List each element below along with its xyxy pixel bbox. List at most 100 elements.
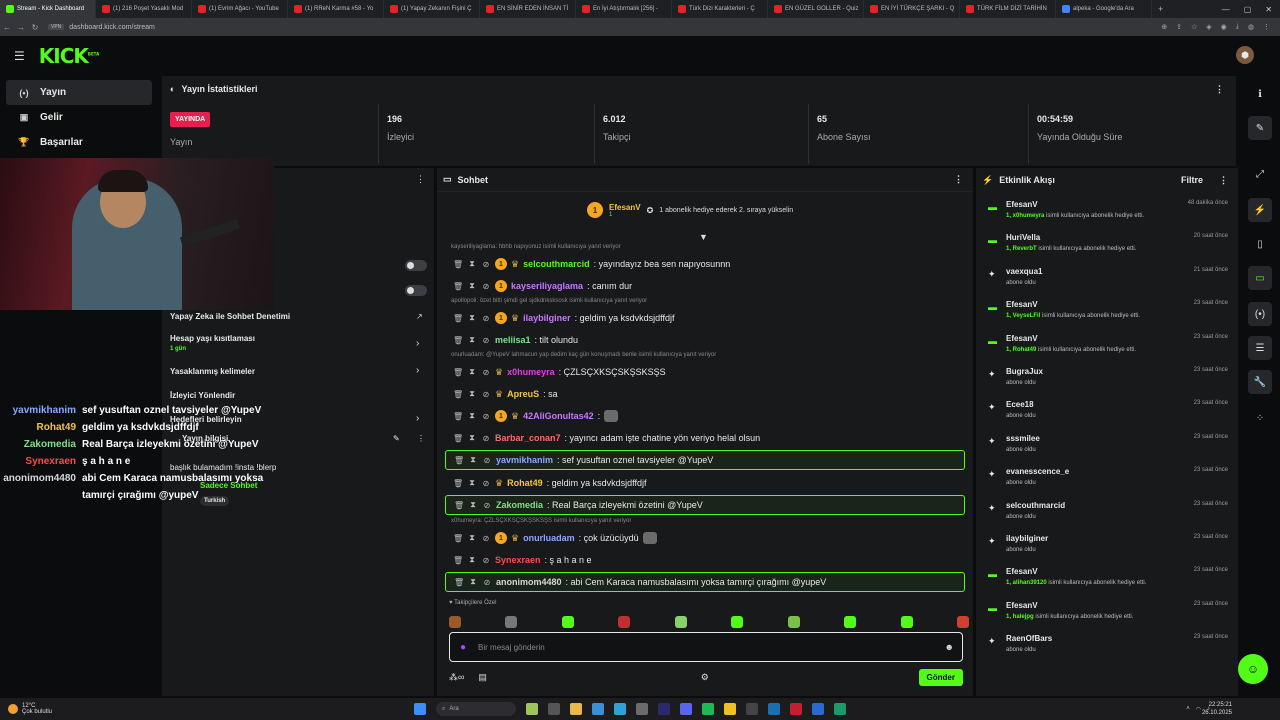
send-button[interactable]: Gönder: [918, 668, 963, 686]
ban-icon[interactable]: ⊘: [482, 501, 492, 510]
activity-event[interactable]: ▬ EfesanV 1, Rohat49 isimli kullanıcıya ab…: [976, 332, 1238, 365]
chat-message[interactable]: 🗑 ⧗ ⊘ 1 kayseriliyaglama: canım dur: [445, 276, 965, 296]
activity-event[interactable]: ▬ EfesanV 1, alihan39120 isimli kullanıcıy…: [976, 565, 1238, 598]
sidebar-item-gelir[interactable]: ▣ Gelir: [6, 105, 152, 130]
event-recipient[interactable]: 1, halejpg: [1006, 614, 1034, 620]
menu-icon[interactable]: ⋮: [1263, 23, 1270, 31]
delete-icon[interactable]: 🗑: [453, 368, 463, 377]
activity-event[interactable]: ✦ ilaybilginer abone oldu 23 saat önce: [976, 532, 1238, 565]
app-icon[interactable]: [790, 703, 802, 715]
browser-tab[interactable]: Türk Dizi Karakterleri - Ç: [672, 0, 768, 18]
extension-icon[interactable]: ◉: [1221, 23, 1227, 31]
chevron-right-icon[interactable]: ›: [416, 365, 419, 376]
activity-event[interactable]: ✦ selcouthmarcid abone oldu 23 saat önce: [976, 499, 1238, 532]
delete-icon[interactable]: 🗑: [453, 282, 463, 291]
event-username[interactable]: sssmilee: [1006, 434, 1040, 443]
address-bar[interactable]: VPN dashboard.kick.com/stream: [48, 24, 155, 31]
emote-icon[interactable]: [731, 616, 744, 628]
expand-icon[interactable]: ⤢: [1248, 162, 1272, 186]
settings-icon[interactable]: ⚙: [701, 672, 709, 683]
delete-icon[interactable]: 🗑: [453, 534, 463, 543]
activity-event[interactable]: ▬ HuriVella 1, ReverbT isimli kullanıcıya …: [976, 231, 1238, 264]
chat-message[interactable]: 🗑 ⧗ ⊘ Zakomedia: Real Barça izleyekmi özeti…: [445, 495, 965, 515]
weather-widget[interactable]: 12°C Çok bulutlu: [0, 703, 52, 715]
collapse-icon[interactable]: ▼: [699, 232, 708, 242]
chevron-up-icon[interactable]: ˄: [1186, 706, 1190, 713]
ban-icon[interactable]: ⊘: [481, 314, 491, 323]
ban-icon[interactable]: ⊘: [481, 260, 491, 269]
timeout-icon[interactable]: ⧗: [467, 433, 477, 443]
broadcast-icon[interactable]: (•): [1248, 302, 1272, 326]
chat-username[interactable]: selcouthmarcid: [523, 259, 590, 269]
chat-username[interactable]: Synexraen: [495, 555, 541, 565]
event-recipient[interactable]: 1, alihan39120: [1006, 580, 1047, 586]
event-username[interactable]: EfesanV: [1006, 567, 1038, 576]
help-button[interactable]: ☺: [1238, 654, 1268, 684]
chat-username[interactable]: Rohat49: [507, 478, 543, 488]
more-icon[interactable]: ⋮: [954, 174, 973, 185]
vpn-chip[interactable]: VPN: [48, 24, 65, 30]
clock[interactable]: 22:25:21 26.10.2025: [1202, 701, 1232, 717]
timeout-icon[interactable]: ⧗: [467, 313, 477, 323]
chat-input[interactable]: ● Bir mesaj gönderin ☻: [449, 632, 963, 662]
external-link-icon[interactable]: ↗: [416, 312, 423, 321]
chat-message[interactable]: 🗑 ⧗ ⊘ ♛ x0humeyra: ÇZLSÇXKSÇSKŞSKSŞS: [445, 362, 965, 382]
timeout-icon[interactable]: ⧗: [467, 478, 477, 488]
activity-event[interactable]: ✦ evanesscence_e abone oldu 23 saat önce: [976, 465, 1238, 498]
chat-message[interactable]: 🗑 ⧗ ⊘ yavmikhanim: sef yusuftan oznel tavsi…: [445, 450, 965, 470]
profile-icon[interactable]: ◍: [1248, 23, 1254, 31]
browser-tab[interactable]: EN SİNİR EDEN İNSAN Tİ: [480, 0, 576, 18]
chat-message[interactable]: 🗑 ⧗ ⊘ Barbar_conan7: yayıncı adam işte chat…: [445, 428, 965, 448]
close-icon[interactable]: ✕: [1265, 5, 1272, 14]
chat-message[interactable]: 🗑 ⧗ ⊘ 1 ♛ onurluadam: çok üzücüydü: [445, 528, 965, 548]
discord-icon[interactable]: [680, 703, 692, 715]
delete-icon[interactable]: 🗑: [454, 501, 464, 510]
emote-icon[interactable]: [505, 616, 518, 628]
kick-logo[interactable]: KICKBETA: [39, 44, 99, 68]
event-username[interactable]: evanesscence_e: [1006, 467, 1069, 476]
activity-event[interactable]: ✦ vaexqua1 abone oldu 21 saat önce: [976, 265, 1238, 298]
wifi-icon[interactable]: ◠: [1196, 706, 1201, 713]
chat-username[interactable]: meliisa1: [495, 335, 531, 345]
spotify-icon[interactable]: [702, 703, 714, 715]
chat-username[interactable]: x0humeyra: [507, 367, 555, 377]
sidebar-item-yayın[interactable]: (•) Yayın: [6, 80, 152, 105]
chat-message[interactable]: 🗑 ⧗ ⊘ meliisa1: tilt olundu: [445, 330, 965, 350]
sidebar-item-başarılar[interactable]: 🏆 Başarılar: [6, 130, 152, 155]
emote-icon[interactable]: [561, 616, 574, 628]
chevron-right-icon[interactable]: ›: [416, 338, 419, 349]
chat-icon[interactable]: ▭: [1248, 266, 1272, 290]
mic-icon[interactable]: ●: [460, 642, 466, 653]
chat-username[interactable]: ApreuS: [507, 389, 539, 399]
ban-icon[interactable]: ⊘: [482, 578, 492, 587]
browser-tab[interactable]: (1) Yapay Zekanın Fişini Ç: [384, 0, 480, 18]
app-icon[interactable]: [636, 703, 648, 715]
chat-username[interactable]: anonimom4480: [496, 577, 562, 587]
chat-username[interactable]: ilaybilginer: [523, 313, 571, 323]
timeout-icon[interactable]: ⧗: [467, 259, 477, 269]
browser-tab[interactable]: EN GÜZEL GOLLER - Quiz: [768, 0, 864, 18]
emote-icon[interactable]: [674, 616, 687, 628]
event-username[interactable]: EfesanV: [1006, 601, 1038, 610]
more-icon[interactable]: ⋮: [417, 434, 425, 443]
app-icon[interactable]: [812, 703, 824, 715]
browser-tab[interactable]: alpeka - Google'da Ara: [1056, 0, 1152, 18]
event-username[interactable]: selcouthmarcid: [1006, 501, 1065, 510]
delete-icon[interactable]: 🗑: [453, 336, 463, 345]
event-username[interactable]: BugraJux: [1006, 367, 1043, 376]
more-icon[interactable]: ⋮: [416, 174, 425, 185]
event-username[interactable]: HuriVella: [1006, 233, 1040, 242]
extension-icon[interactable]: ◈: [1206, 23, 1211, 31]
app-icon[interactable]: [746, 703, 758, 715]
timeout-icon[interactable]: ⧗: [467, 367, 477, 377]
windows-start-icon[interactable]: [414, 703, 426, 715]
timeout-icon[interactable]: ⧗: [467, 389, 477, 399]
delete-icon[interactable]: 🗑: [453, 260, 463, 269]
activity-event[interactable]: ✦ sssmilee abone oldu 23 saat önce: [976, 432, 1238, 465]
minimize-icon[interactable]: —: [1222, 5, 1230, 14]
delete-icon[interactable]: 🗑: [453, 412, 463, 421]
document-icon[interactable]: ▯: [1248, 232, 1272, 256]
timeout-icon[interactable]: ⧗: [468, 577, 478, 587]
more-icon[interactable]: ⋮: [1209, 175, 1238, 186]
event-username[interactable]: EfesanV: [1006, 334, 1038, 343]
